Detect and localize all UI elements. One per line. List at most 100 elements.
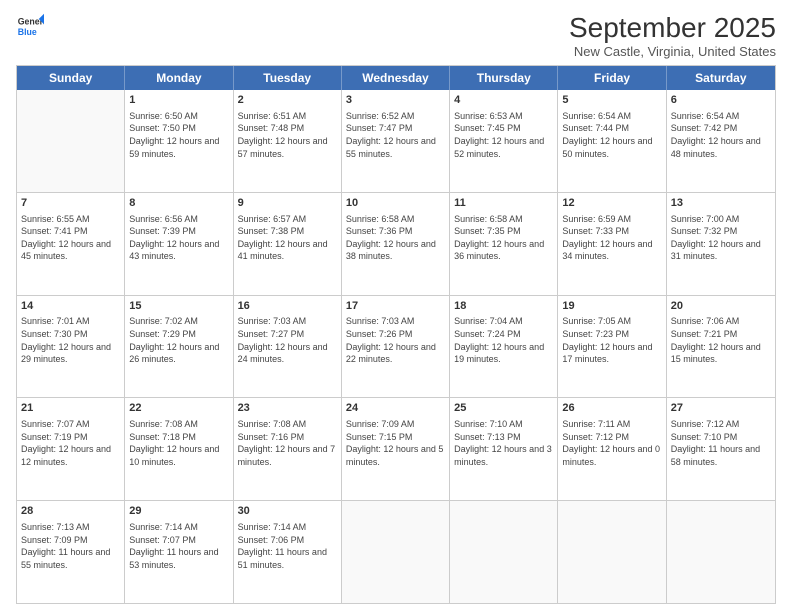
weekday-label: Saturday — [667, 66, 775, 90]
calendar-cell — [17, 90, 125, 192]
weekday-label: Sunday — [17, 66, 125, 90]
calendar-cell: 11 Sunrise: 6:58 AM Sunset: 7:35 PM Dayli… — [450, 193, 558, 295]
calendar-cell: 23 Sunrise: 7:08 AM Sunset: 7:16 PM Dayli… — [234, 398, 342, 500]
day-number: 11 — [454, 196, 553, 211]
day-info: Sunrise: 6:57 AM Sunset: 7:38 PM Dayligh… — [238, 213, 337, 263]
day-info: Sunrise: 6:52 AM Sunset: 7:47 PM Dayligh… — [346, 110, 445, 160]
day-number: 9 — [238, 196, 337, 211]
day-number: 1 — [129, 93, 228, 108]
day-number: 26 — [562, 401, 661, 416]
day-number: 4 — [454, 93, 553, 108]
weekday-label: Monday — [125, 66, 233, 90]
day-number: 29 — [129, 504, 228, 519]
calendar-cell: 19Sunrise: 7:05 AM Sunset: 7:23 PM Dayli… — [558, 296, 666, 398]
calendar-cell: 2 Sunrise: 6:51 AM Sunset: 7:48 PM Daylig… — [234, 90, 342, 192]
weekday-label: Tuesday — [234, 66, 342, 90]
day-info: Sunrise: 7:04 AM Sunset: 7:24 PM Dayligh… — [454, 315, 553, 365]
calendar-row: 14Sunrise: 7:01 AM Sunset: 7:30 PM Dayli… — [17, 296, 775, 399]
day-info: Sunrise: 7:07 AM Sunset: 7:19 PM Dayligh… — [21, 418, 120, 468]
day-number: 15 — [129, 299, 228, 314]
calendar-cell: 4 Sunrise: 6:53 AM Sunset: 7:45 PM Daylig… — [450, 90, 558, 192]
day-number: 10 — [346, 196, 445, 211]
day-info: Sunrise: 7:01 AM Sunset: 7:30 PM Dayligh… — [21, 315, 120, 365]
day-number: 25 — [454, 401, 553, 416]
weekday-label: Wednesday — [342, 66, 450, 90]
calendar-cell: 21 Sunrise: 7:07 AM Sunset: 7:19 PM Dayli… — [17, 398, 125, 500]
calendar-cell — [558, 501, 666, 603]
calendar-cell — [342, 501, 450, 603]
day-number: 23 — [238, 401, 337, 416]
day-number: 13 — [671, 196, 771, 211]
calendar-cell: 27 Sunrise: 7:12 AM Sunset: 7:10 PM Dayli… — [667, 398, 775, 500]
day-number: 16 — [238, 299, 337, 314]
calendar-cell: 15Sunrise: 7:02 AM Sunset: 7:29 PM Dayli… — [125, 296, 233, 398]
day-info: Sunrise: 7:06 AM Sunset: 7:21 PM Dayligh… — [671, 315, 771, 365]
day-number: 3 — [346, 93, 445, 108]
calendar-body: 1Sunrise: 6:50 AM Sunset: 7:50 PM Daylig… — [17, 90, 775, 603]
calendar-cell: 28 Sunrise: 7:13 AM Sunset: 7:09 PM Dayli… — [17, 501, 125, 603]
calendar: SundayMondayTuesdayWednesdayThursdayFrid… — [16, 65, 776, 604]
calendar-cell: 14Sunrise: 7:01 AM Sunset: 7:30 PM Dayli… — [17, 296, 125, 398]
day-info: Sunrise: 7:08 AM Sunset: 7:18 PM Dayligh… — [129, 418, 228, 468]
weekday-label: Thursday — [450, 66, 558, 90]
calendar-cell: 6Sunrise: 6:54 AM Sunset: 7:42 PM Daylig… — [667, 90, 775, 192]
day-info: Sunrise: 7:09 AM Sunset: 7:15 PM Dayligh… — [346, 418, 445, 468]
day-number: 14 — [21, 299, 120, 314]
calendar-cell: 10 Sunrise: 6:58 AM Sunset: 7:36 PM Dayli… — [342, 193, 450, 295]
day-info: Sunrise: 6:58 AM Sunset: 7:36 PM Dayligh… — [346, 213, 445, 263]
title-block: September 2025 New Castle, Virginia, Uni… — [569, 12, 776, 59]
day-info: Sunrise: 6:51 AM Sunset: 7:48 PM Dayligh… — [238, 110, 337, 160]
day-info: Sunrise: 6:58 AM Sunset: 7:35 PM Dayligh… — [454, 213, 553, 263]
location: New Castle, Virginia, United States — [569, 44, 776, 59]
calendar-cell: 7 Sunrise: 6:55 AM Sunset: 7:41 PM Daylig… — [17, 193, 125, 295]
day-number: 22 — [129, 401, 228, 416]
day-number: 30 — [238, 504, 337, 519]
day-info: Sunrise: 6:54 AM Sunset: 7:44 PM Dayligh… — [562, 110, 661, 160]
calendar-row: 1Sunrise: 6:50 AM Sunset: 7:50 PM Daylig… — [17, 90, 775, 193]
day-number: 18 — [454, 299, 553, 314]
calendar-row: 7 Sunrise: 6:55 AM Sunset: 7:41 PM Daylig… — [17, 193, 775, 296]
calendar-cell: 29 Sunrise: 7:14 AM Sunset: 7:07 PM Dayli… — [125, 501, 233, 603]
day-number: 17 — [346, 299, 445, 314]
calendar-cell: 16Sunrise: 7:03 AM Sunset: 7:27 PM Dayli… — [234, 296, 342, 398]
day-info: Sunrise: 7:13 AM Sunset: 7:09 PM Dayligh… — [21, 521, 120, 571]
day-info: Sunrise: 7:10 AM Sunset: 7:13 PM Dayligh… — [454, 418, 553, 468]
calendar-cell: 5 Sunrise: 6:54 AM Sunset: 7:44 PM Daylig… — [558, 90, 666, 192]
calendar-cell: 24Sunrise: 7:09 AM Sunset: 7:15 PM Dayli… — [342, 398, 450, 500]
day-number: 28 — [21, 504, 120, 519]
day-number: 5 — [562, 93, 661, 108]
day-info: Sunrise: 6:59 AM Sunset: 7:33 PM Dayligh… — [562, 213, 661, 263]
day-info: Sunrise: 7:02 AM Sunset: 7:29 PM Dayligh… — [129, 315, 228, 365]
day-info: Sunrise: 7:14 AM Sunset: 7:07 PM Dayligh… — [129, 521, 228, 571]
day-number: 27 — [671, 401, 771, 416]
day-number: 12 — [562, 196, 661, 211]
day-info: Sunrise: 6:55 AM Sunset: 7:41 PM Dayligh… — [21, 213, 120, 263]
day-info: Sunrise: 6:53 AM Sunset: 7:45 PM Dayligh… — [454, 110, 553, 160]
calendar-cell — [450, 501, 558, 603]
calendar-cell: 9 Sunrise: 6:57 AM Sunset: 7:38 PM Daylig… — [234, 193, 342, 295]
day-info: Sunrise: 7:03 AM Sunset: 7:27 PM Dayligh… — [238, 315, 337, 365]
calendar-cell: 30 Sunrise: 7:14 AM Sunset: 7:06 PM Dayli… — [234, 501, 342, 603]
calendar-cell: 8Sunrise: 6:56 AM Sunset: 7:39 PM Daylig… — [125, 193, 233, 295]
day-info: Sunrise: 7:14 AM Sunset: 7:06 PM Dayligh… — [238, 521, 337, 571]
calendar-cell: 17Sunrise: 7:03 AM Sunset: 7:26 PM Dayli… — [342, 296, 450, 398]
day-info: Sunrise: 7:05 AM Sunset: 7:23 PM Dayligh… — [562, 315, 661, 365]
day-number: 21 — [21, 401, 120, 416]
calendar-header: SundayMondayTuesdayWednesdayThursdayFrid… — [17, 66, 775, 90]
calendar-cell: 18Sunrise: 7:04 AM Sunset: 7:24 PM Dayli… — [450, 296, 558, 398]
calendar-row: 28 Sunrise: 7:13 AM Sunset: 7:09 PM Dayli… — [17, 501, 775, 603]
day-number: 7 — [21, 196, 120, 211]
day-info: Sunrise: 6:54 AM Sunset: 7:42 PM Dayligh… — [671, 110, 771, 160]
calendar-cell — [667, 501, 775, 603]
weekday-label: Friday — [558, 66, 666, 90]
svg-text:Blue: Blue — [18, 27, 37, 37]
day-info: Sunrise: 7:12 AM Sunset: 7:10 PM Dayligh… — [671, 418, 771, 468]
logo: General Blue — [16, 12, 44, 40]
day-number: 2 — [238, 93, 337, 108]
day-info: Sunrise: 7:08 AM Sunset: 7:16 PM Dayligh… — [238, 418, 337, 468]
day-info: Sunrise: 7:00 AM Sunset: 7:32 PM Dayligh… — [671, 213, 771, 263]
calendar-cell: 26Sunrise: 7:11 AM Sunset: 7:12 PM Dayli… — [558, 398, 666, 500]
day-number: 19 — [562, 299, 661, 314]
day-number: 8 — [129, 196, 228, 211]
day-number: 20 — [671, 299, 771, 314]
